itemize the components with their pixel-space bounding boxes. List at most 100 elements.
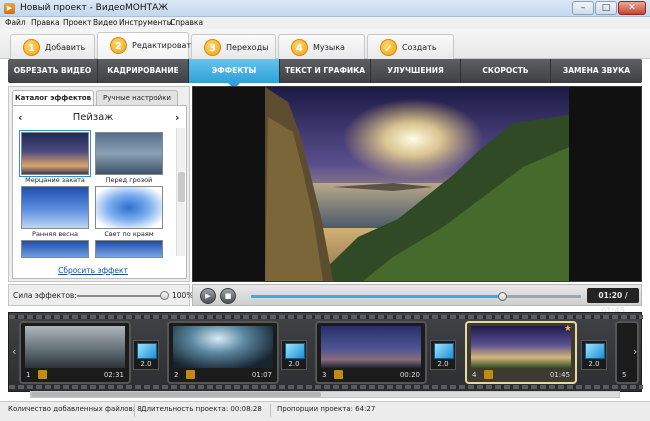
steps-bar: 1 Добавить 2 Редактировать 3 Переходы 4 … [0, 29, 650, 59]
edit-pencil-icon[interactable] [186, 370, 195, 379]
clip-duration: 01:45 [549, 371, 570, 379]
edit-tabs: ОБРЕЗАТЬ ВИДЕО КАДРИРОВАНИЕ ЭФФЕКТЫ ТЕКС… [8, 59, 642, 89]
step-number-badge: 2 [110, 37, 127, 54]
tab-effects[interactable]: ЭФФЕКТЫ [189, 59, 280, 89]
scrollbar-thumb[interactable] [178, 172, 185, 202]
playback-knob[interactable] [497, 292, 507, 301]
effect-thumb-before-storm[interactable] [95, 132, 163, 175]
minimize-button[interactable]: – [572, 1, 594, 15]
transition-block[interactable]: 2.0 [133, 340, 159, 370]
edit-pencil-icon[interactable] [38, 370, 47, 379]
transition-block[interactable]: 2.0 [430, 340, 456, 370]
strength-slider-knob[interactable] [160, 291, 169, 300]
menu-project[interactable]: Проект [63, 18, 92, 27]
effect-label: Мерцание заката [25, 176, 85, 184]
strength-slider[interactable] [77, 295, 165, 297]
status-proportions: Пропорции проекта: 64:27 [277, 405, 376, 413]
tab-speed[interactable]: СКОРОСТЬ [461, 59, 551, 83]
subtab-manual-settings[interactable]: Ручные настройки [96, 90, 178, 105]
timeline-clip-selected[interactable]: ★ 4 01:45 [465, 321, 577, 384]
transition-icon [137, 343, 157, 359]
tab-enhancements[interactable]: УЛУЧШЕНИЯ [371, 59, 461, 83]
stop-button[interactable]: ■ [220, 288, 236, 304]
effect-thumb-edge-light[interactable] [95, 186, 163, 229]
film-strip-bottom [9, 385, 643, 389]
tab-text-graphics[interactable]: ТЕКСТ И ГРАФИКА [280, 59, 371, 83]
menu-help[interactable]: Справка [170, 18, 203, 27]
step-label: Переходы [226, 43, 269, 52]
timeline-clip[interactable]: 3 00:20 [315, 321, 427, 384]
transition-block[interactable]: 2.0 [281, 340, 307, 370]
step-edit[interactable]: 2 Редактировать [97, 32, 196, 59]
transition-duration: 2.0 [140, 360, 152, 368]
timeline-clip[interactable]: 1 02:31 [19, 321, 131, 384]
subtab-effects-catalog[interactable]: Каталог эффектов [12, 90, 94, 105]
tab-replace-audio[interactable]: ЗАМЕНА ЗВУКА [551, 59, 642, 83]
step-label: Редактировать [132, 41, 196, 50]
playback-progress[interactable] [251, 292, 581, 301]
clip-duration: 02:31 [103, 371, 124, 379]
window-title: Новый проект - ВидеоМОНТАЖ [20, 3, 168, 13]
clip-number: 2 [174, 371, 179, 379]
status-file-count: Количество добавленных файлов: 8 [8, 405, 142, 413]
preview-frame [265, 87, 569, 281]
clip-thumbnail [471, 326, 571, 368]
effect-strength: Сила эффектов: 100% [8, 284, 194, 306]
clip-number: 1 [26, 371, 31, 379]
step-transitions[interactable]: 3 Переходы [191, 34, 276, 59]
clip-thumbnail [173, 326, 273, 368]
app-icon: ▶ [4, 3, 15, 14]
menu-edit[interactable]: Правка [31, 18, 60, 27]
clip-thumbnail [321, 326, 421, 368]
step-label: Создать [402, 43, 437, 52]
scrollbar-thumb[interactable] [31, 392, 321, 397]
step-label: Добавить [45, 43, 86, 52]
catalog-scrollbar[interactable] [176, 128, 185, 256]
transition-icon [585, 343, 605, 359]
effect-label: Перед грозой [105, 176, 153, 184]
tab-crop[interactable]: КАДРИРОВАНИЕ [98, 59, 189, 83]
effects-panel: Каталог эффектов Ручные настройки ‹ Пейз… [8, 86, 190, 282]
timeline-scroll-right[interactable]: › [633, 345, 637, 358]
edit-pencil-icon[interactable] [484, 370, 493, 379]
film-strip-top [9, 315, 643, 319]
close-button[interactable]: ✕ [618, 1, 646, 15]
menu-file[interactable]: Файл [5, 18, 26, 27]
status-divider [134, 404, 135, 417]
strength-value: 100% [172, 291, 194, 300]
tab-trim-video[interactable]: ОБРЕЗАТЬ ВИДЕО [8, 59, 98, 83]
step-add[interactable]: 1 Добавить [10, 34, 95, 59]
transition-duration: 2.0 [437, 360, 449, 368]
step-number-badge: 1 [23, 39, 40, 56]
category-next-button[interactable]: › [175, 111, 180, 124]
effect-thumb-early-spring[interactable] [21, 186, 89, 229]
effect-thumb[interactable] [21, 240, 89, 258]
effects-catalog: ‹ Пейзаж › Мерцание заката Перед грозой … [12, 105, 187, 279]
edit-pencil-icon[interactable] [334, 370, 343, 379]
status-divider [270, 404, 271, 417]
maximize-button[interactable]: □ [595, 1, 617, 15]
clip-number: 4 [472, 371, 477, 379]
video-preview [192, 86, 642, 282]
checkmark-icon: ✓ [380, 39, 397, 56]
clip-duration: 00:20 [399, 371, 420, 379]
status-duration: Длительность проекта: 00:08:28 [141, 405, 262, 413]
menu-tools[interactable]: Инструменты [119, 18, 173, 27]
step-label: Музыка [313, 43, 345, 52]
timeline-scrollbar[interactable] [30, 391, 620, 398]
timeline-clip[interactable]: 2 01:07 [167, 321, 279, 384]
transition-duration: 2.0 [588, 360, 600, 368]
transition-block[interactable]: 2.0 [581, 340, 607, 370]
effect-thumb-sunset-shimmer[interactable] [19, 130, 91, 177]
reset-effect-link[interactable]: Сбросить эффект [13, 266, 173, 275]
effect-thumb[interactable] [95, 240, 163, 258]
play-button[interactable]: ▶ [200, 288, 216, 304]
transition-icon [434, 343, 454, 359]
effect-label: Свет по краям [104, 230, 154, 238]
timeline-scroll-left[interactable]: ‹ [12, 345, 16, 358]
menu-video[interactable]: Видео [93, 18, 117, 27]
step-create[interactable]: ✓ Создать [367, 34, 454, 59]
step-music[interactable]: 4 Музыка [278, 34, 365, 59]
transition-duration: 2.0 [288, 360, 300, 368]
category-title: Пейзаж [72, 112, 114, 123]
